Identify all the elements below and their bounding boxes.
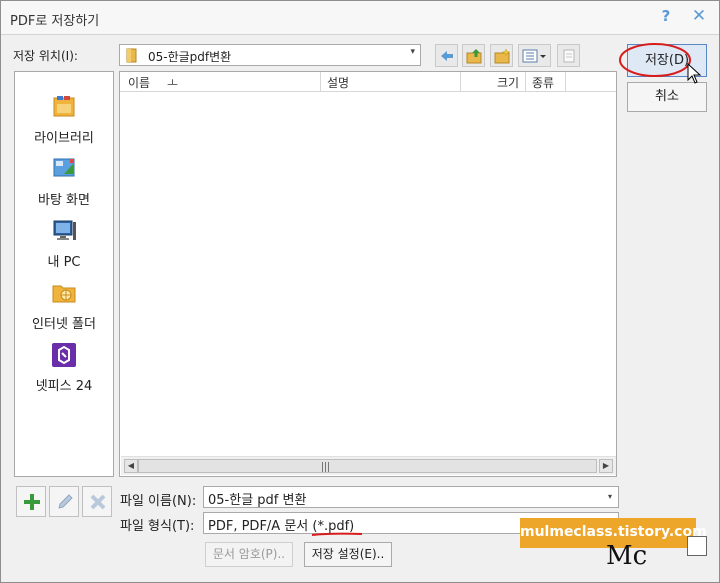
file-list[interactable]: 이름 ㅗ 설명 크기 종류 ◀ ▶ — [119, 71, 617, 477]
computer-icon — [53, 220, 76, 240]
horizontal-scrollbar[interactable]: ◀ ▶ — [121, 456, 616, 475]
up-folder-icon — [466, 49, 482, 64]
place-label: 라이브러리 — [34, 131, 94, 146]
grip-icon — [322, 462, 329, 472]
filename-input[interactable]: 05-한글 pdf 변환 ▾ — [203, 486, 619, 508]
place-label: 넷피스 24 — [35, 379, 93, 394]
location-value: 05-한글pdf변환 — [148, 50, 232, 64]
view-menu-icon — [522, 49, 546, 63]
library-icon — [53, 96, 75, 117]
new-folder-button[interactable] — [490, 44, 513, 67]
column-header: 이름 ㅗ 설명 크기 종류 — [120, 72, 616, 92]
back-button[interactable] — [435, 44, 458, 67]
up-folder-button[interactable] — [462, 44, 485, 67]
window-title: PDF로 저장하기 — [10, 14, 100, 29]
column-separator[interactable] — [320, 72, 321, 92]
scroll-right-button[interactable]: ▶ — [599, 459, 613, 473]
chevron-down-icon[interactable]: ▾ — [410, 47, 415, 57]
annotation-circle — [619, 43, 691, 77]
column-separator[interactable] — [565, 72, 566, 92]
add-icon — [24, 494, 40, 510]
internet-folder-icon — [52, 285, 76, 303]
chevron-down-icon[interactable]: ▾ — [608, 492, 612, 501]
place-label: 내 PC — [47, 255, 81, 270]
place-netffice[interactable]: 넷피스 24 — [15, 342, 113, 400]
place-my-pc[interactable]: 내 PC — [15, 218, 113, 276]
places-bar: 라이브러리 바탕 화면 내 PC 인터넷 폴더 넷피스 24 — [14, 71, 114, 477]
sort-indicator-icon: ㅗ — [167, 76, 179, 90]
annotation-underline — [311, 532, 363, 536]
scroll-thumb[interactable] — [138, 459, 597, 473]
column-size[interactable]: 크기 — [497, 74, 527, 91]
add-place-button[interactable] — [16, 486, 46, 517]
save-as-pdf-dialog: PDF로 저장하기 ? ✕ 저장 위치(I): 05-한글pdf변환 ▾ 라이브… — [0, 0, 720, 583]
delete-icon — [90, 494, 106, 510]
edit-place-button[interactable] — [49, 486, 79, 517]
filename-value: 05-한글 pdf 변환 — [208, 493, 307, 508]
mouse-cursor-icon — [687, 63, 702, 84]
column-type[interactable]: 종류 — [532, 74, 572, 91]
help-button[interactable]: ? — [658, 7, 674, 27]
watermark-signature: Mc — [606, 541, 648, 571]
location-combobox[interactable]: 05-한글pdf변환 ▾ — [119, 44, 421, 66]
location-label: 저장 위치(I): — [13, 49, 78, 63]
title-bar: PDF로 저장하기 ? ✕ — [1, 1, 719, 35]
place-library[interactable]: 라이브러리 — [15, 94, 113, 152]
place-label: 인터넷 폴더 — [32, 317, 96, 332]
place-label: 바탕 화면 — [38, 193, 90, 208]
close-button[interactable]: ✕ — [690, 6, 708, 28]
folder-icon — [126, 48, 137, 63]
filename-label: 파일 이름(N): — [120, 494, 197, 509]
properties-icon — [563, 49, 575, 63]
edit-icon — [58, 494, 73, 509]
new-folder-icon — [494, 48, 510, 64]
cancel-button[interactable]: 취소 — [627, 82, 707, 112]
column-description[interactable]: 설명 — [327, 74, 387, 91]
column-separator[interactable] — [460, 72, 461, 92]
properties-button[interactable] — [557, 44, 580, 67]
desktop-icon — [53, 158, 75, 177]
place-internet-folder[interactable]: 인터넷 폴더 — [15, 280, 113, 338]
corner-box — [687, 536, 707, 556]
view-menu-button[interactable] — [518, 44, 551, 67]
place-desktop[interactable]: 바탕 화면 — [15, 156, 113, 214]
back-arrow-icon — [441, 51, 453, 61]
scroll-left-button[interactable]: ◀ — [124, 459, 138, 473]
delete-place-button[interactable] — [82, 486, 112, 517]
filetype-label: 파일 형식(T): — [120, 519, 195, 534]
column-name[interactable]: 이름 — [128, 74, 188, 91]
column-separator[interactable] — [525, 72, 526, 92]
document-password-button[interactable]: 문서 암호(P).. — [205, 542, 293, 567]
netffice-icon — [52, 343, 76, 367]
save-settings-button[interactable]: 저장 설정(E).. — [304, 542, 392, 567]
